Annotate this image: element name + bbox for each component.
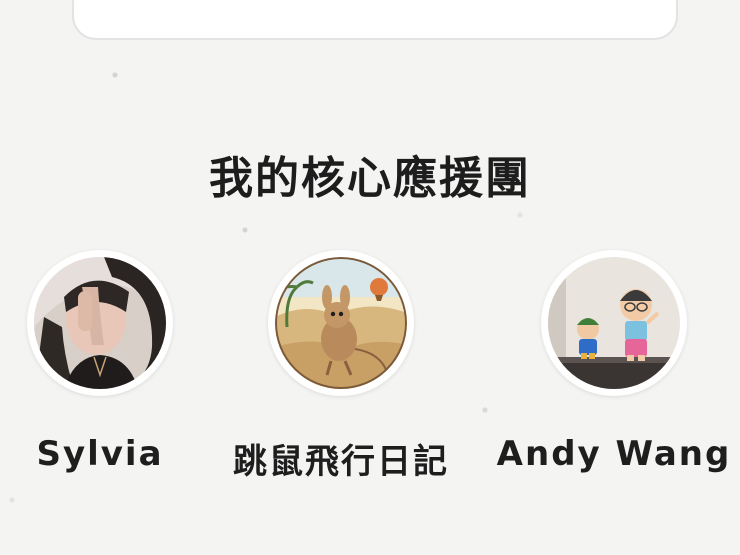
person-photo-avatar-icon [34,257,166,389]
jerboa-illustration-avatar-icon [275,257,407,389]
supporter-name[interactable]: 跳鼠飛行日記 [233,434,449,483]
page: 我的核心應援團 Sylvia 跳鼠飛行日記 Andy Wang [0,0,740,555]
avatar[interactable] [268,250,414,396]
supporter-card[interactable]: 跳鼠飛行日記 [216,250,466,483]
toy-figures-photo-avatar-icon [548,257,680,389]
top-card [72,0,678,40]
supporter-card[interactable]: Andy Wang [489,250,739,474]
avatar[interactable] [27,250,173,396]
supporter-name[interactable]: Sylvia [36,434,163,474]
supporter-name[interactable]: Andy Wang [497,434,732,474]
supporter-card[interactable]: Sylvia [0,250,225,474]
section-title: 我的核心應援團 [209,153,531,204]
avatar[interactable] [541,250,687,396]
